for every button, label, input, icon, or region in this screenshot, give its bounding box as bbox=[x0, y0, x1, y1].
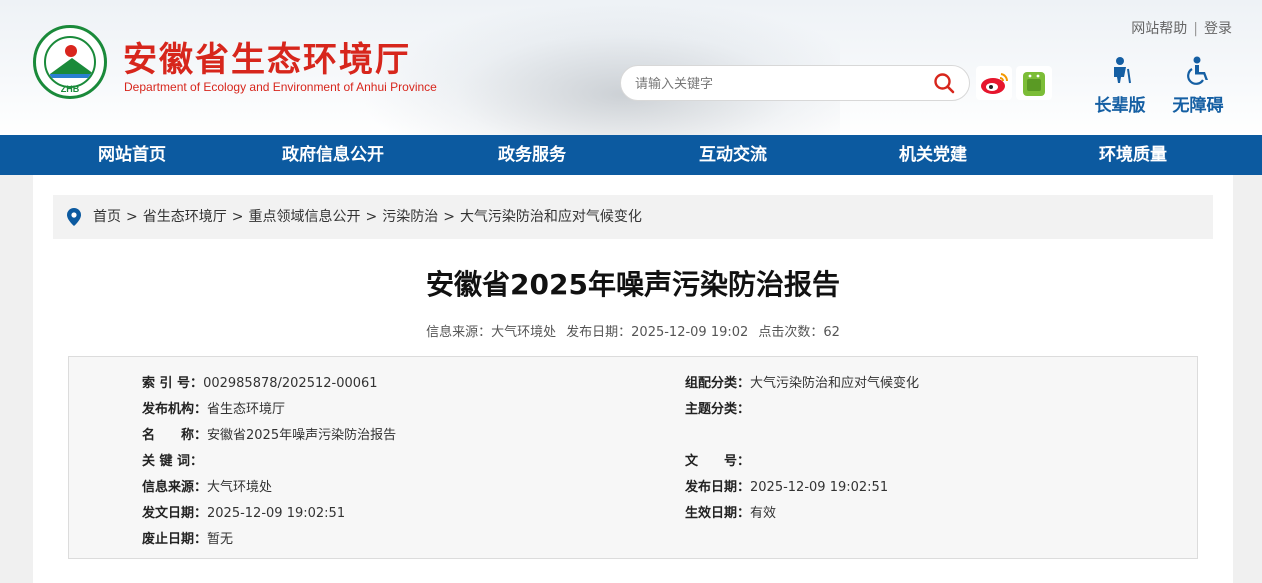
elderly-mode-label: 长辈版 bbox=[1094, 96, 1146, 116]
info-row-source: 信息来源：大气环境处 bbox=[142, 476, 272, 495]
breadcrumb-separator: > bbox=[231, 209, 244, 225]
login-link[interactable]: 登录 bbox=[1204, 21, 1232, 37]
breadcrumb-key-info[interactable]: 重点领域信息公开 bbox=[248, 209, 360, 225]
elderly-icon bbox=[1114, 57, 1131, 84]
info-row-expiry: 废止日期：暂无 bbox=[142, 528, 233, 547]
android-icon bbox=[1023, 72, 1045, 96]
article-source: 信息来源：大气环境处 bbox=[426, 325, 557, 340]
info-key: 名 称： bbox=[142, 428, 208, 443]
info-key: 组配分类： bbox=[685, 376, 751, 391]
info-row-issue-date: 发文日期：2025-12-09 19:02:51 bbox=[142, 502, 345, 521]
site-title[interactable]: 安徽省生态环境厅 bbox=[123, 32, 411, 81]
info-value: 2025-12-09 19:02:51 bbox=[750, 480, 889, 495]
accessibility-mode-label: 无障碍 bbox=[1172, 96, 1224, 116]
breadcrumb: 首页 > 省生态环境厅 > 重点领域信息公开 > 污染防治 > 大气污染防治和应对气候变化 bbox=[53, 195, 1213, 239]
weibo-button[interactable] bbox=[976, 66, 1012, 100]
info-key: 主题分类： bbox=[685, 402, 751, 417]
info-row-publish-date: 发布日期：2025-12-09 19:02:51 bbox=[685, 476, 888, 495]
weibo-icon bbox=[981, 73, 1009, 94]
main-content: 首页 > 省生态环境厅 > 重点领域信息公开 > 污染防治 > 大气污染防治和应对气候变化 安徽… bbox=[33, 175, 1233, 583]
nav-item-home[interactable]: 网站首页 bbox=[82, 135, 182, 175]
info-key: 废止日期： bbox=[142, 532, 208, 547]
article-date: 发布日期：2025-12-09 19:02 bbox=[566, 325, 749, 340]
accessibility-mode-button[interactable]: 无障碍 bbox=[1166, 55, 1230, 116]
info-key: 文 号： bbox=[685, 454, 751, 469]
nav-item-party[interactable]: 机关党建 bbox=[883, 135, 983, 175]
info-value: 大气污染防治和应对气候变化 bbox=[750, 376, 920, 391]
info-row-effective: 生效日期：有效 bbox=[685, 502, 776, 521]
info-table: 索 引 号：002985878/202512-00061 发布机构：省生态环境厅… bbox=[68, 356, 1198, 559]
nav-item-gov-info[interactable]: 政府信息公开 bbox=[268, 135, 398, 175]
info-value: 安徽省2025年噪声污染防治报告 bbox=[207, 428, 397, 443]
info-key: 索 引 号： bbox=[142, 376, 204, 391]
article-title: 安徽省2025年噪声污染防治报告 bbox=[426, 268, 840, 301]
breadcrumb-separator: > bbox=[365, 209, 378, 225]
info-row-publisher: 发布机构：省生态环境厅 bbox=[142, 398, 285, 417]
android-app-button[interactable] bbox=[1016, 66, 1052, 100]
article-clicks: 点击次数：62 bbox=[758, 325, 840, 340]
site-logo[interactable]: ZHB bbox=[33, 25, 107, 99]
info-row-doc-number: 文 号： bbox=[685, 450, 750, 469]
main-nav: 网站首页 政府信息公开 政务服务 互动交流 机关党建 环境质量 bbox=[0, 135, 1262, 175]
breadcrumb-separator: > bbox=[126, 209, 138, 225]
help-link[interactable]: 网站帮助 bbox=[1131, 21, 1187, 37]
search-box bbox=[620, 65, 970, 101]
info-row-name: 名 称：安徽省2025年噪声污染防治报告 bbox=[142, 424, 396, 443]
search-icon[interactable] bbox=[933, 72, 955, 94]
logo-text: ZHB bbox=[60, 84, 80, 94]
nav-item-interaction[interactable]: 互动交流 bbox=[683, 135, 783, 175]
info-key: 发布机构： bbox=[142, 402, 208, 417]
elderly-mode-button[interactable]: 长辈版 bbox=[1088, 55, 1152, 116]
breadcrumb-department[interactable]: 省生态环境厅 bbox=[143, 209, 227, 225]
info-key: 发文日期： bbox=[142, 506, 208, 521]
breadcrumb-home[interactable]: 首页 bbox=[93, 209, 121, 225]
info-key: 发布日期： bbox=[685, 480, 751, 495]
breadcrumb-separator: > bbox=[443, 209, 455, 225]
info-row-keywords: 关 键 词： bbox=[142, 450, 203, 469]
site-subtitle: Department of Ecology and Environment of… bbox=[124, 80, 437, 94]
info-value: 2025-12-09 19:02:51 bbox=[207, 506, 346, 521]
nav-item-services[interactable]: 政务服务 bbox=[482, 135, 582, 175]
site-header: ZHB 安徽省生态环境厅 Department of Ecology and E… bbox=[0, 0, 1262, 135]
accessibility-icon bbox=[1187, 56, 1208, 85]
info-value: 大气环境处 bbox=[207, 480, 273, 495]
info-row-index: 索 引 号：002985878/202512-00061 bbox=[142, 372, 378, 391]
logo-water-icon bbox=[50, 74, 94, 78]
logo-sun-icon bbox=[65, 45, 77, 57]
nav-item-env-quality[interactable]: 环境质量 bbox=[1083, 135, 1183, 175]
info-value: 有效 bbox=[750, 506, 777, 521]
info-value: 暂无 bbox=[207, 532, 234, 547]
info-key: 信息来源： bbox=[142, 480, 208, 495]
info-value: 002985878/202512-00061 bbox=[203, 376, 378, 391]
logo-hill-icon bbox=[50, 58, 94, 74]
breadcrumb-pollution[interactable]: 污染防治 bbox=[382, 209, 438, 225]
info-key: 关 键 词： bbox=[142, 454, 204, 469]
top-links: 网站帮助 | 登录 bbox=[1131, 18, 1232, 38]
breadcrumb-air-climate[interactable]: 大气污染防治和应对气候变化 bbox=[460, 209, 642, 225]
location-pin-icon bbox=[67, 208, 81, 226]
top-links-separator: | bbox=[1193, 21, 1198, 37]
info-row-category: 组配分类：大气污染防治和应对气候变化 bbox=[685, 372, 919, 391]
info-key: 生效日期： bbox=[685, 506, 751, 521]
search-input[interactable] bbox=[635, 74, 925, 94]
info-row-topic: 主题分类： bbox=[685, 398, 750, 417]
info-value: 省生态环境厅 bbox=[207, 402, 286, 417]
logo-inner bbox=[44, 36, 96, 88]
article-meta: 信息来源：大气环境处 发布日期：2025-12-09 19:02 点击次数：62 bbox=[33, 321, 1233, 340]
